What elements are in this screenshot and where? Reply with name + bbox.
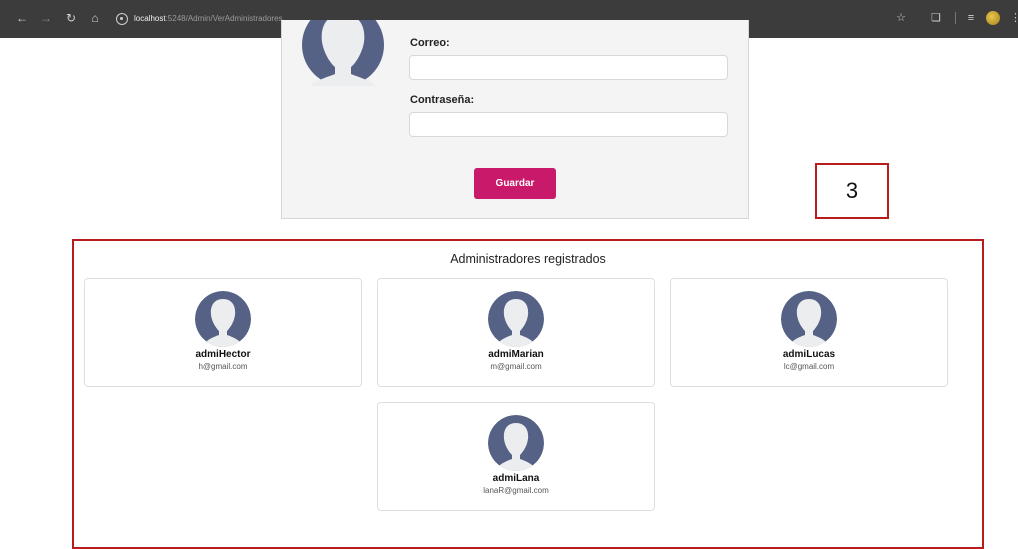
- user-avatar-icon: [781, 291, 837, 347]
- admins-panel: Administradores registrados admiHector h…: [72, 239, 984, 549]
- admin-username: admiHector: [195, 349, 251, 360]
- email-label: Correo:: [410, 37, 450, 49]
- admin-email: m@gmail.com: [490, 362, 542, 371]
- password-label: Contraseña:: [410, 94, 475, 106]
- back-arrow-icon[interactable]: ←: [15, 10, 29, 26]
- user-avatar-icon: [488, 415, 544, 471]
- url-host: localhost: [134, 14, 166, 23]
- admin-card[interactable]: admiLucas lc@gmail.com: [670, 278, 948, 387]
- menu-dots-icon[interactable]: ⋮: [1010, 10, 1018, 26]
- home-icon[interactable]: ⌂: [88, 10, 102, 26]
- admin-username: admiMarian: [488, 349, 544, 360]
- url-text: localhost:5248/Admin/VerAdministradores: [134, 12, 283, 26]
- annotation-number: 3: [815, 163, 889, 219]
- profile-avatar-icon[interactable]: [986, 11, 1000, 25]
- toolbar-divider: [955, 12, 956, 24]
- extensions-icon[interactable]: ❏: [929, 10, 943, 26]
- bookmark-star-icon[interactable]: ☆: [894, 10, 908, 26]
- forward-arrow-icon[interactable]: →: [39, 10, 53, 26]
- email-field[interactable]: [409, 55, 728, 80]
- admin-card[interactable]: admiMarian m@gmail.com: [377, 278, 655, 387]
- save-button[interactable]: Guardar: [474, 168, 556, 199]
- admin-card[interactable]: admiHector h@gmail.com: [84, 278, 362, 387]
- admin-email: lc@gmail.com: [783, 362, 835, 371]
- reload-icon[interactable]: ↻: [64, 10, 78, 26]
- admin-username: admiLucas: [782, 349, 836, 360]
- password-field[interactable]: [409, 112, 728, 137]
- admin-email: h@gmail.com: [198, 362, 248, 371]
- admin-email: lanaR@gmail.com: [483, 486, 549, 495]
- site-info-icon[interactable]: [116, 13, 128, 25]
- admin-username: admiLana: [492, 473, 540, 484]
- profile-photo-icon: [302, 20, 384, 104]
- url-path: :5248/Admin/VerAdministradores: [165, 14, 283, 23]
- section-title: Administradores registrados: [450, 252, 606, 266]
- admin-card[interactable]: admiLana lanaR@gmail.com: [377, 402, 655, 511]
- media-queue-icon[interactable]: ≡: [964, 10, 978, 26]
- user-avatar-icon: [488, 291, 544, 347]
- user-avatar-icon: [195, 291, 251, 347]
